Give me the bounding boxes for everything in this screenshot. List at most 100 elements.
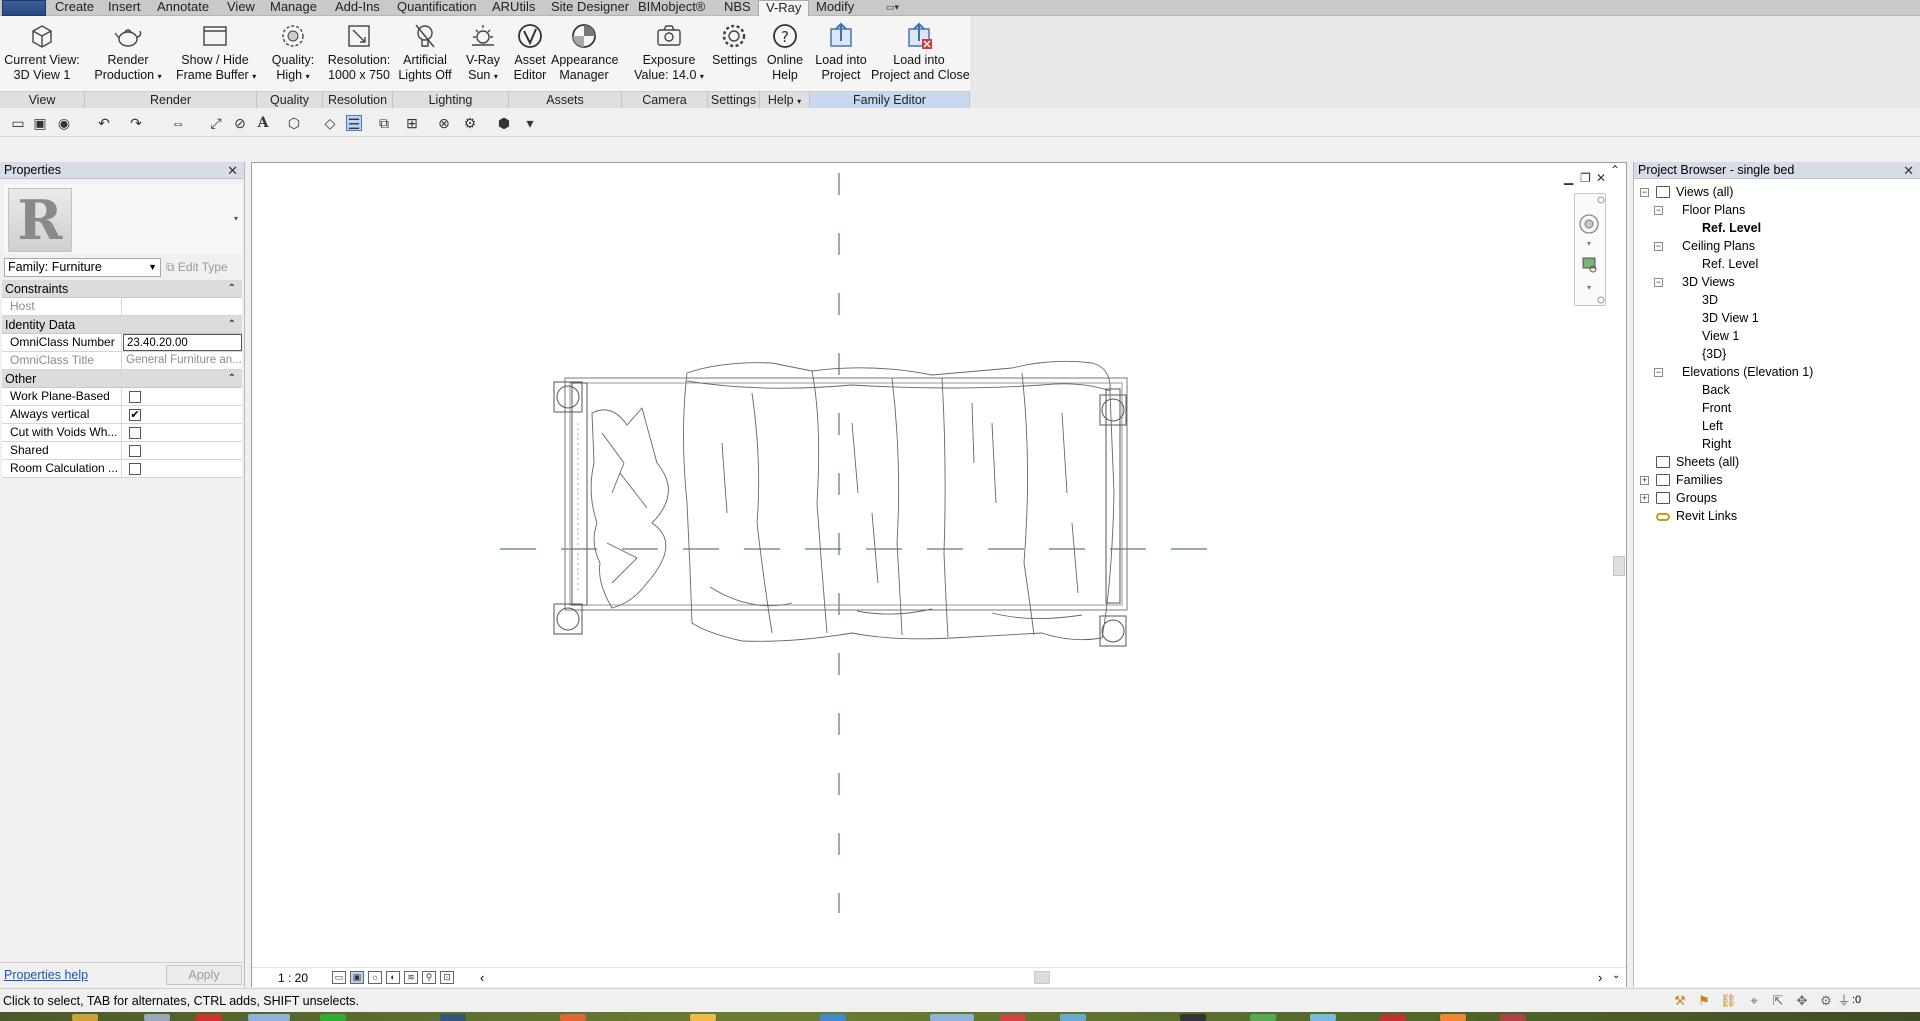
collapse-icon[interactable]: − — [1654, 368, 1663, 377]
artificial-lights-button[interactable]: Artificial Lights Off — [397, 18, 453, 90]
section-icon[interactable]: ◇ — [322, 115, 338, 131]
close-hidden-windows-icon[interactable]: ⧉ — [376, 115, 392, 131]
browser-item-sheets-all[interactable]: Sheets (all) — [1676, 454, 1739, 471]
taskbar-app-icon[interactable] — [320, 1014, 346, 1021]
browser-item-view-1[interactable]: View 1 — [1702, 328, 1739, 345]
cut-with-voids-checkbox[interactable] — [129, 427, 141, 439]
tab-view[interactable]: View — [227, 0, 255, 16]
taskbar-app-icon[interactable] — [690, 1014, 716, 1021]
browser-item-3d-view-1[interactable]: 3D View 1 — [1702, 310, 1759, 327]
current-view-button[interactable]: Current View: 3D View 1 — [4, 18, 80, 90]
family-filter-select[interactable]: Family: Furniture ▼ — [4, 258, 161, 277]
bed-plan-drawing[interactable] — [252, 163, 1628, 968]
browser-item-views-all[interactable]: Views (all) — [1676, 184, 1733, 201]
shadows-icon[interactable]: ◐ — [386, 971, 400, 984]
crop-view-icon[interactable]: ⊡ — [440, 971, 454, 984]
section-other[interactable]: Other ⌃ — [2, 370, 242, 388]
select-pinned-icon[interactable]: ⌖ — [1746, 993, 1762, 1009]
scroll-down-icon[interactable]: ⌄ — [1612, 970, 1620, 981]
thin-lines-icon[interactable]: ☰ — [346, 115, 362, 132]
ribbon-options-icon[interactable]: ▭▾ — [886, 2, 912, 13]
online-help-button[interactable]: ? Online Help — [764, 18, 806, 90]
select-by-face-icon[interactable]: ⇱ — [1770, 993, 1786, 1009]
taskbar-app-icon[interactable] — [1250, 1014, 1276, 1021]
browser-item-floor-plans[interactable]: Floor Plans — [1682, 202, 1745, 219]
close-icon[interactable]: ✕ — [1903, 162, 1914, 179]
browser-item-left[interactable]: Left — [1702, 418, 1723, 435]
drawing-area[interactable]: ▁ ❐ ✕ ⌃ — [251, 162, 1627, 987]
collapse-icon[interactable]: ⌃ — [228, 316, 236, 334]
expand-icon[interactable]: + — [1640, 476, 1649, 485]
taskbar-app-icon[interactable] — [1000, 1014, 1026, 1021]
taskbar-app-icon[interactable] — [72, 1014, 98, 1021]
chevron-down-icon[interactable]: ▾ — [234, 214, 238, 223]
appearance-manager-button[interactable]: Appearance Manager — [551, 18, 618, 90]
bed-frame[interactable] — [553, 377, 1128, 647]
visibility-icon[interactable]: ⊗ — [436, 115, 452, 131]
tab-modify[interactable]: Modify — [816, 0, 854, 16]
view-cube-icon[interactable]: ⬢ — [496, 115, 512, 131]
settings-button[interactable]: Settings — [712, 18, 757, 90]
filter-view-icon[interactable]: ⚙ — [462, 115, 478, 131]
scroll-left-icon[interactable]: ‹ — [480, 970, 484, 985]
shared-checkbox[interactable] — [129, 445, 141, 457]
design-options-icon[interactable]: ⚑ — [1696, 993, 1712, 1009]
expand-icon[interactable]: + — [1640, 494, 1649, 503]
taskbar-app-icon[interactable] — [1500, 1014, 1526, 1021]
collapse-icon[interactable]: − — [1640, 188, 1649, 197]
vray-sun-button[interactable]: V-Ray Sun ▾ — [460, 18, 506, 90]
omniclass-number-field[interactable]: 23.40.20.00 — [123, 334, 242, 351]
open-icon[interactable]: ▭ — [10, 115, 26, 131]
resolution-button[interactable]: Resolution: 1000 x 750 — [326, 18, 392, 90]
restore-view-icon[interactable]: ❐ — [1580, 171, 1591, 185]
switch-windows-icon[interactable]: ⊞ — [404, 115, 420, 131]
asset-editor-button[interactable]: Asset Editor — [512, 18, 548, 90]
taskbar-app-icon[interactable] — [1440, 1014, 1466, 1021]
collapse-icon[interactable]: ⌃ — [228, 370, 236, 388]
taskbar-app-icon[interactable] — [1180, 1014, 1206, 1021]
frame-buffer-button[interactable]: Show / Hide Frame Buffer ▾ — [176, 18, 256, 90]
properties-help-link[interactable]: Properties help — [4, 968, 88, 982]
browser-item-3d[interactable]: 3D — [1702, 292, 1718, 309]
exposure-button[interactable]: Exposure Value: 14.0 ▾ — [634, 18, 704, 90]
browser-item-ref-level[interactable]: Ref. Level — [1702, 256, 1758, 273]
tab-insert[interactable]: Insert — [108, 0, 141, 16]
collapse-icon[interactable]: − — [1654, 206, 1663, 215]
collapse-icon[interactable]: ⌃ — [228, 280, 236, 298]
close-view-icon[interactable]: ✕ — [1596, 171, 1606, 185]
tab-add-ins[interactable]: Add-Ins — [335, 0, 380, 16]
undo-icon[interactable]: ↶ — [96, 115, 112, 131]
load-and-close-button[interactable]: Load into Project and Close — [871, 18, 970, 90]
work-plane-based-checkbox[interactable] — [129, 391, 141, 403]
render-production-button[interactable]: Render Production ▾ — [92, 18, 164, 90]
edit-type-button[interactable]: ⧉ Edit Type — [166, 258, 238, 277]
browser-item-ref-level[interactable]: Ref. Level — [1702, 220, 1761, 237]
sun-path-icon[interactable]: ☼ — [368, 971, 382, 984]
browser-item-3d[interactable]: {3D} — [1702, 346, 1726, 363]
browser-item-revit-links[interactable]: Revit Links — [1676, 508, 1737, 525]
browser-item-right[interactable]: Right — [1702, 436, 1731, 453]
browser-item-3d-views[interactable]: 3D Views — [1682, 274, 1735, 291]
customize-qat-icon[interactable]: ▾ — [522, 115, 538, 131]
tab-vray[interactable]: V-Ray — [758, 0, 810, 17]
browser-item-ceiling-plans[interactable]: Ceiling Plans — [1682, 238, 1755, 255]
tab-quantification[interactable]: Quantification — [397, 0, 477, 16]
redo-icon[interactable]: ↷ — [128, 115, 144, 131]
scroll-right-icon[interactable]: › — [1598, 970, 1602, 985]
taskbar-app-icon[interactable] — [1060, 1014, 1086, 1021]
detail-level-icon[interactable]: ▭ — [332, 971, 346, 984]
tab-bimobject[interactable]: BIMobject® — [638, 0, 705, 16]
browser-item-front[interactable]: Front — [1702, 400, 1731, 417]
taskbar-app-icon[interactable] — [1310, 1014, 1336, 1021]
always-vertical-checkbox[interactable]: ✔ — [129, 409, 141, 421]
tab-site-designer[interactable]: Site Designer — [551, 0, 629, 16]
taskbar-app-icon[interactable] — [144, 1014, 170, 1021]
tab-annotate[interactable]: Annotate — [157, 0, 209, 16]
drag-elements-icon[interactable]: ✥ — [1794, 993, 1810, 1009]
taskbar-app-icon[interactable] — [820, 1014, 846, 1021]
navigation-bar[interactable]: ▾ ▾ — [1574, 193, 1606, 306]
minimize-view-icon[interactable]: ▁ — [1564, 171, 1573, 185]
save-icon[interactable]: ▣ — [32, 115, 48, 131]
browser-item-groups[interactable]: Groups — [1676, 490, 1717, 507]
taskbar-app-icon[interactable] — [560, 1014, 586, 1021]
